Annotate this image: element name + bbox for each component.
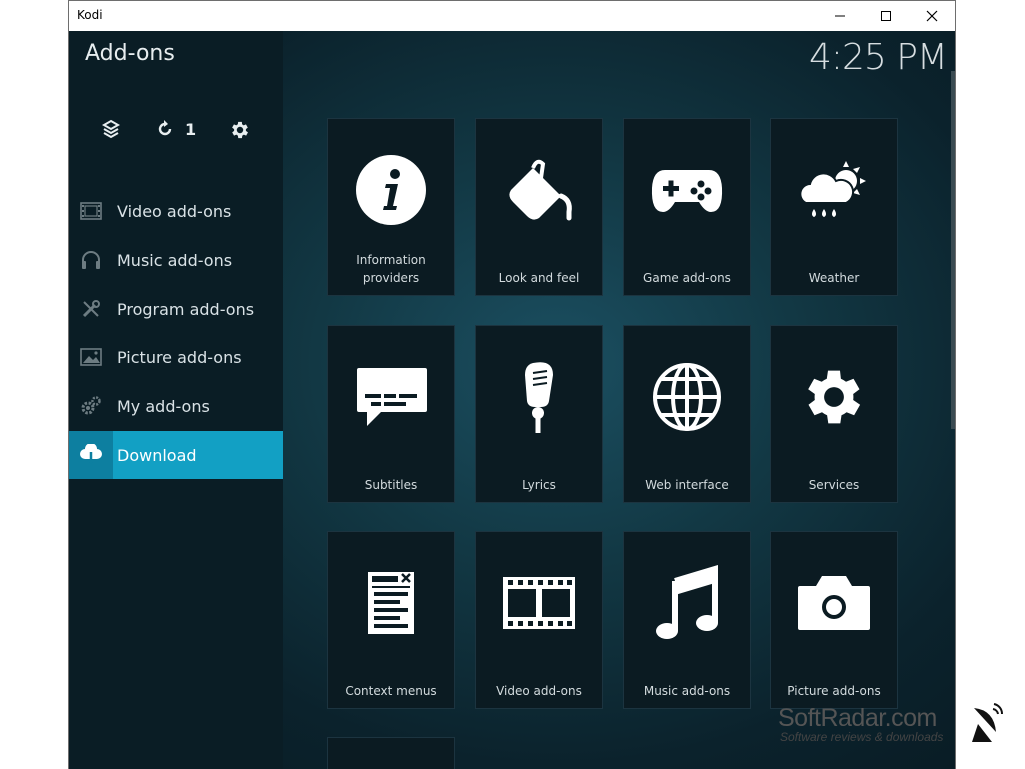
tile-information-providers[interactable]: Information providers (327, 118, 455, 296)
tile-label: Music add-ons (643, 684, 731, 698)
tile-web-interface[interactable]: Web interface (623, 325, 751, 503)
gamepad-icon (624, 145, 750, 235)
tile-label: Look and feel (498, 271, 580, 285)
sidebar-item-picture-addons[interactable]: Picture add-ons (69, 333, 283, 381)
sidebar: Add-ons 1 Video add-ons Music add-ons Pr… (69, 31, 283, 769)
title-bar: Kodi (69, 1, 955, 31)
tile-game-addons[interactable]: Game add-ons (623, 118, 751, 296)
dropbox-icon (101, 119, 121, 139)
weather-icon (771, 145, 897, 235)
headphones-icon (69, 236, 113, 284)
maximize-button[interactable] (863, 1, 909, 31)
tile-lyrics[interactable]: Lyrics (475, 325, 603, 503)
camera-icon (771, 558, 897, 648)
tile-services[interactable]: Services (770, 325, 898, 503)
gears-icon (69, 382, 113, 430)
tile-video-addons[interactable]: Video add-ons (475, 531, 603, 709)
window-title: Kodi (77, 8, 103, 22)
film-icon (476, 558, 602, 648)
tile-weather[interactable]: Weather (770, 118, 898, 296)
sidebar-item-music-addons[interactable]: Music add-ons (69, 236, 283, 284)
context-menu-icon (328, 558, 454, 648)
update-count: 1 (185, 119, 197, 139)
tile-label: Subtitles (364, 478, 418, 492)
minimize-icon (835, 15, 845, 17)
sidebar-item-video-addons[interactable]: Video add-ons (69, 187, 283, 235)
watermark-tagline: Software reviews & downloads (780, 730, 944, 744)
minimize-button[interactable] (817, 1, 863, 31)
sidebar-item-label: Music add-ons (117, 250, 233, 270)
tile-label: Picture add-ons (787, 684, 881, 698)
tile-label: Information providers (356, 253, 426, 285)
info-icon (328, 145, 454, 235)
sidebar-item-label: Download (117, 445, 197, 465)
satellite-dish-icon (966, 700, 1006, 748)
update-button[interactable]: 1 (155, 119, 196, 139)
sidebar-item-label: My add-ons (117, 396, 210, 416)
sidebar-item-label: Program add-ons (117, 299, 255, 319)
sidebar-item-label: Picture add-ons (117, 347, 242, 367)
maximize-icon (881, 11, 891, 21)
watermark-brand: SoftRadar.com (778, 704, 937, 732)
sidebar-item-download[interactable]: Download (69, 431, 283, 479)
page-title: Add-ons (85, 41, 175, 66)
picture-icon (69, 333, 113, 381)
tile-label: Game add-ons (643, 271, 731, 285)
tile-label: Lyrics (522, 478, 556, 492)
sidebar-toolbar: 1 (69, 119, 283, 147)
watermark: SoftRadar.com Software reviews & downloa… (778, 700, 1018, 760)
sidebar-item-program-addons[interactable]: Program add-ons (69, 285, 283, 333)
kodi-app: Add-ons 1 Video add-ons Music add-ons Pr… (69, 31, 955, 769)
tile-label: Context menus (345, 684, 437, 698)
tile-subtitles[interactable]: Subtitles (327, 325, 455, 503)
tile-music-addons[interactable]: Music add-ons (623, 531, 751, 709)
close-icon (926, 10, 938, 22)
settings-button[interactable] (229, 119, 251, 141)
tile-label: Services (808, 478, 860, 492)
tile-look-and-feel[interactable]: Look and feel (475, 118, 603, 296)
clock: 4:25 PM (808, 37, 948, 78)
subtitles-icon (328, 352, 454, 442)
film-icon (69, 187, 113, 235)
scrollbar[interactable] (951, 71, 955, 429)
close-button[interactable] (909, 1, 955, 31)
refresh-icon (158, 120, 172, 136)
tile-label: Video add-ons (496, 684, 582, 698)
tile-partial[interactable] (327, 737, 455, 769)
dropbox-button[interactable] (101, 119, 121, 139)
globe-icon (624, 352, 750, 442)
microphone-icon (476, 352, 602, 442)
gear-icon (232, 121, 248, 139)
cloud-download-icon (69, 431, 113, 479)
sidebar-item-label: Video add-ons (117, 201, 232, 221)
gear-icon (771, 352, 897, 442)
tile-picture-addons[interactable]: Picture add-ons (770, 531, 898, 709)
paint-bucket-icon (476, 145, 602, 235)
tools-icon (69, 285, 113, 333)
sidebar-item-my-addons[interactable]: My add-ons (69, 382, 283, 430)
tile-label: Web interface (645, 478, 729, 492)
tile-context-menus[interactable]: Context menus (327, 531, 455, 709)
kodi-window: Kodi Add-ons 1 Video add-ons Music add-o… (68, 0, 956, 769)
music-note-icon (624, 558, 750, 648)
tile-label: Weather (808, 271, 860, 285)
